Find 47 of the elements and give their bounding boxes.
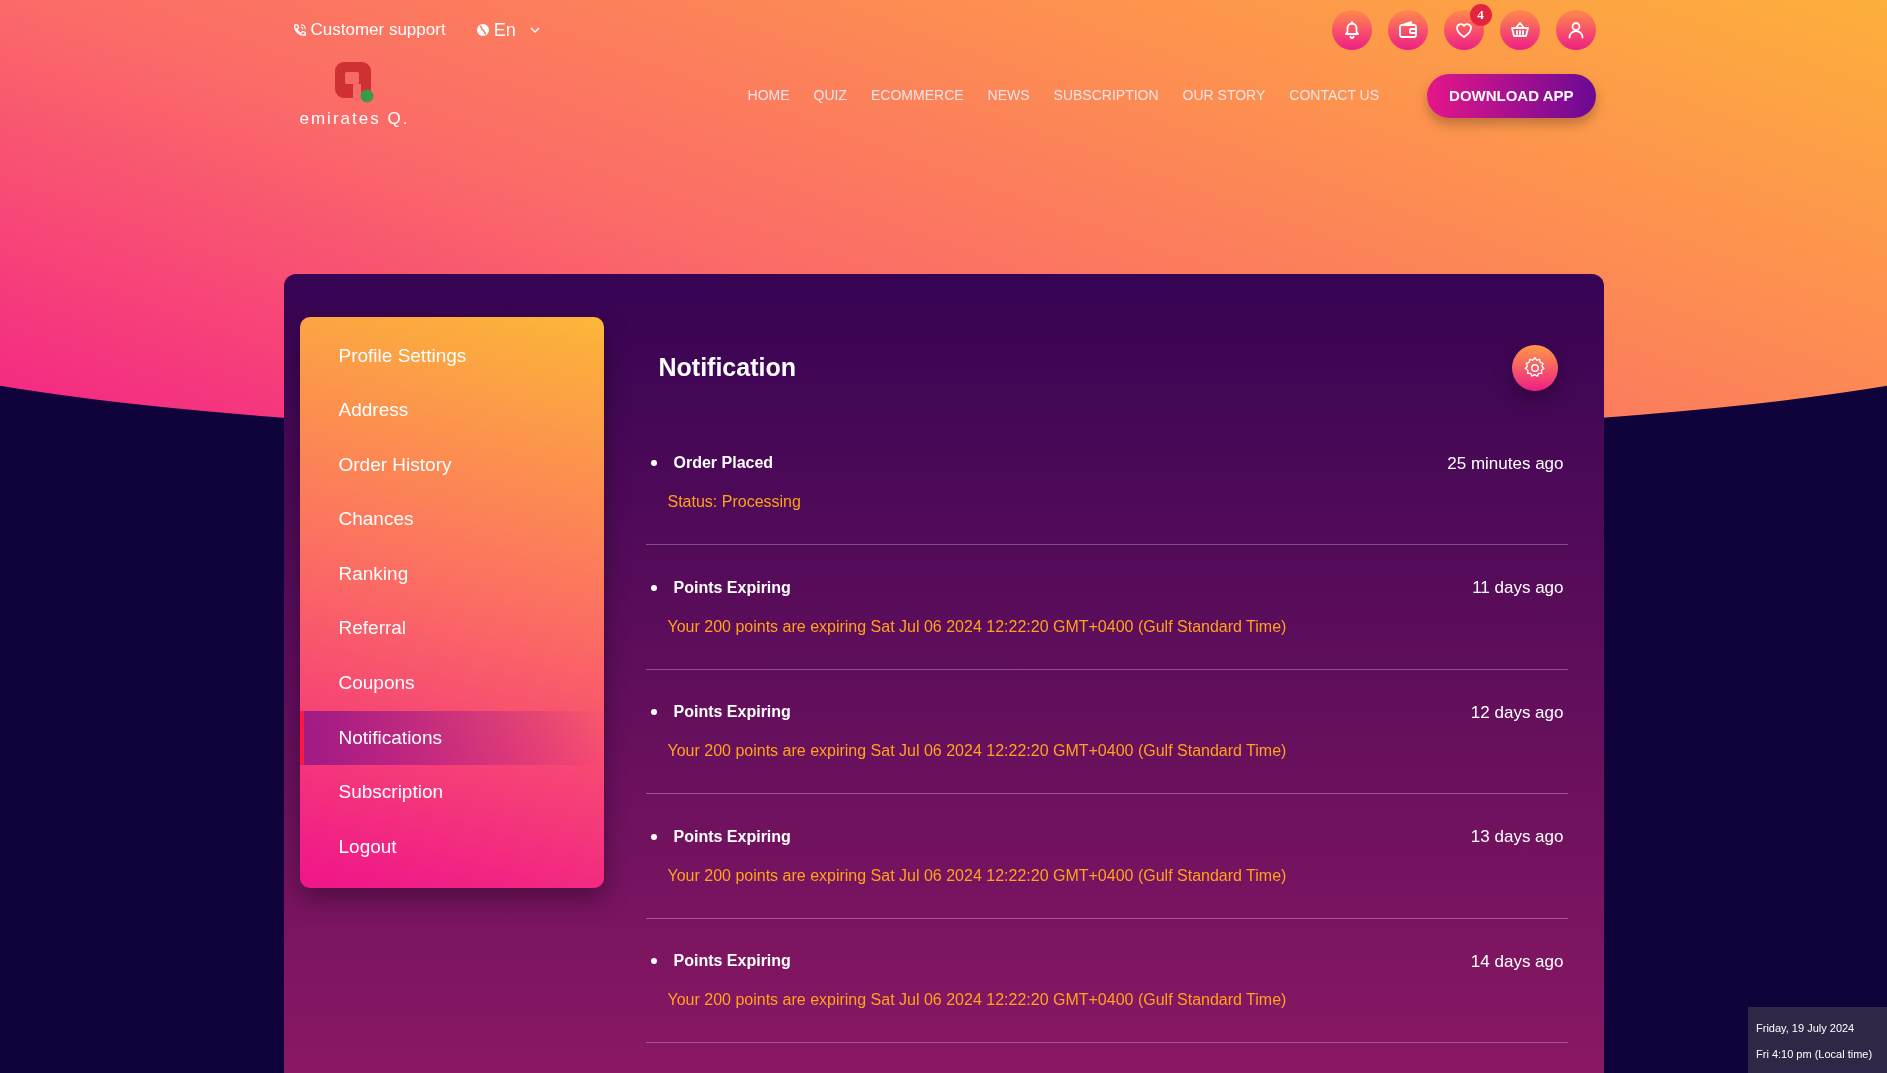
sidebar-item[interactable]: Subscription	[299, 765, 604, 820]
nav-link[interactable]: QUIZ	[813, 85, 847, 107]
page-title: Notification	[658, 351, 796, 383]
sidebar-item[interactable]: Address	[299, 383, 604, 438]
language-selector[interactable]: En	[475, 16, 542, 44]
notification-message: Your 200 points are expiring Sat Jul 06 2024 12:22:20 GMT+0400 (Gulf Standard Time)	[667, 741, 1288, 761]
bullet-icon	[650, 460, 657, 467]
notification-message: Status: Processing	[667, 492, 802, 512]
sidebar-item[interactable]: Ranking	[299, 546, 604, 602]
sidebar-item[interactable]: Order History	[299, 437, 604, 493]
bullet-icon	[650, 584, 657, 591]
tooltip-date: Friday, 19 July 2024	[1756, 1021, 1856, 1036]
logo-text: emirates Q.	[299, 108, 410, 130]
sidebar-item[interactable]: Referral	[299, 601, 604, 657]
nav-link[interactable]: NEWS	[987, 85, 1030, 107]
notification-title: Points Expiring	[673, 702, 791, 723]
notification-time: 25 minutes ago	[1447, 452, 1564, 475]
sidebar-item[interactable]: Coupons	[299, 656, 604, 711]
bullet-icon	[650, 833, 657, 840]
notification-title: Order Placed	[673, 453, 774, 474]
notification-time: 14 days ago	[1470, 950, 1564, 973]
nav-link[interactable]: SUBSCRIPTION	[1053, 85, 1159, 107]
phone-icon	[291, 22, 307, 38]
notification-time: 11 days ago	[1472, 577, 1564, 599]
wallet-icon	[1396, 19, 1419, 41]
notification-title: Points Expiring	[673, 826, 791, 847]
notification-message: Your 200 points are expiring Sat Jul 06 2024 12:22:20 GMT+0400 (Gulf Standard Time)	[667, 990, 1288, 1010]
nav-link[interactable]: HOME	[747, 85, 790, 107]
notification-time: 12 days ago	[1470, 701, 1564, 724]
bullet-icon	[650, 709, 657, 716]
notification-title: Points Expiring	[673, 951, 791, 972]
sidebar-item[interactable]: Profile Settings	[299, 328, 604, 384]
logo-icon	[333, 60, 376, 104]
notification-title: Points Expiring	[673, 577, 791, 598]
nav-link[interactable]: ECOMMERCE	[871, 85, 964, 107]
globe-icon	[475, 23, 490, 37]
notification-time: 13 days ago	[1470, 826, 1564, 848]
bullet-icon	[650, 958, 657, 965]
download-app-button[interactable]: DOWNLOAD APP	[1427, 73, 1596, 118]
nav-link[interactable]: OUR STORY	[1182, 85, 1266, 107]
notification-message: Your 200 points are expiring Sat Jul 06 2024 12:22:20 GMT+0400 (Gulf Standard Time)	[667, 865, 1288, 886]
nav-link[interactable]: CONTACT US	[1289, 85, 1380, 107]
sidebar-item[interactable]: Logout	[299, 819, 604, 875]
tooltip-time: Fri 4:10 pm (Local time)	[1756, 1047, 1874, 1062]
sidebar-item[interactable]: Chances	[299, 492, 604, 547]
customer-support-link[interactable]: Customer support	[291, 17, 446, 43]
notification-message: Your 200 points are expiring Sat Jul 06 2024 12:22:20 GMT+0400 (Gulf Standard Time)	[667, 616, 1288, 637]
